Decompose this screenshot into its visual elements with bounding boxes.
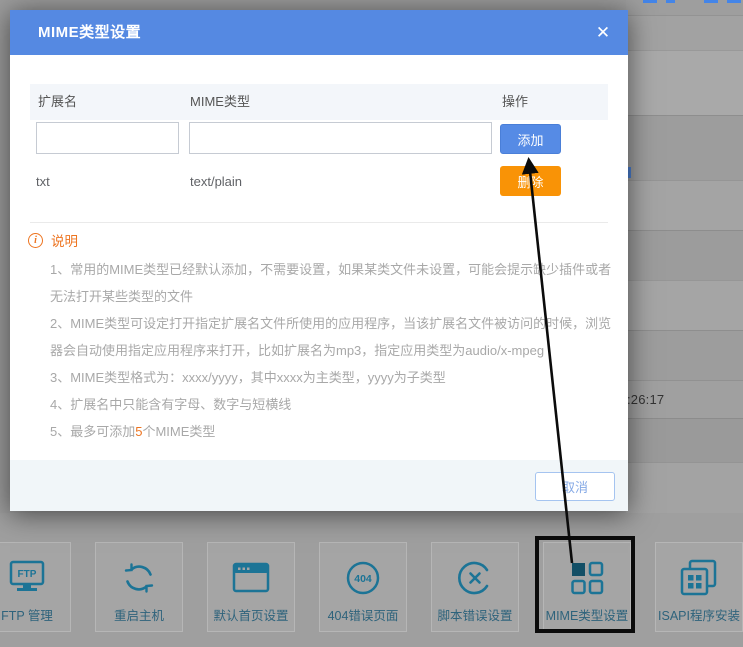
card-label: 404错误页面 [328, 605, 399, 624]
card-label: 默认首页设置 [213, 605, 288, 624]
dialog-title: MIME类型设置 [38, 10, 141, 55]
notice-line-limit: 5、最多可添加5个MIME类型 [50, 418, 620, 445]
card-label: FTP 管理 [1, 605, 53, 624]
ftp-monitor-icon: FTP [7, 556, 47, 600]
divider [30, 222, 608, 223]
cancel-button[interactable]: 取消 [535, 472, 615, 501]
card-script-error[interactable]: 脚本错误设置 [431, 542, 519, 632]
notice-text: 1、常用的MIME类型已经默认添加，不需要设置，如果某类文件未设置，可能会提示缺… [50, 256, 620, 445]
card-ftp-manage[interactable]: FTP FTP 管理 [0, 542, 71, 632]
topbar-icon-fragment [704, 0, 718, 3]
notice-line: 无法打开某些类型的文件 [50, 283, 620, 310]
svg-text:FTP: FTP [18, 569, 37, 580]
table-row [626, 418, 743, 462]
card-label: ISAPI程序安装 [658, 605, 740, 624]
topbar-icon-fragment [643, 0, 657, 3]
notice-title: 说明 [51, 230, 78, 250]
topbar-icon-fragment [727, 0, 741, 3]
card-label: 脚本错误设置 [437, 605, 512, 624]
card-isapi-install[interactable]: ISAPI程序安装 [655, 542, 743, 632]
dialog-header: MIME类型设置 ✕ [10, 10, 628, 55]
notice-line: 4、扩展名中只能含有字母、数字与短横线 [50, 391, 620, 418]
mime-settings-dialog: MIME类型设置 ✕ 扩展名 MIME类型 操作 添加 txt text/pla… [10, 10, 628, 511]
table-row [626, 330, 743, 380]
info-icon: i [28, 233, 43, 248]
notice-line: 1、常用的MIME类型已经默认添加，不需要设置，如果某类文件未设置，可能会提示缺… [50, 256, 620, 283]
close-icon[interactable]: ✕ [592, 22, 614, 44]
restart-icon [119, 556, 159, 600]
table-row [626, 115, 743, 180]
card-label: 重启主机 [114, 605, 164, 624]
timestamp-fragment: :26:17 [627, 392, 664, 407]
dimmed-table-background [626, 0, 743, 513]
card-404-error-page[interactable]: 404 404错误页面 [319, 542, 407, 632]
table-row [626, 15, 743, 50]
404-circle-icon: 404 [343, 556, 383, 600]
mime-card-highlight-box [535, 536, 635, 633]
row-mime-value: text/plain [190, 174, 242, 189]
table-row [626, 50, 743, 115]
card-default-homepage[interactable]: 默认首页设置 [207, 542, 295, 632]
topbar-icon-fragment [666, 0, 675, 3]
table-row [626, 462, 743, 513]
table-row [626, 180, 743, 230]
dialog-footer: 取消 [10, 460, 628, 511]
column-header-mime-type: MIME类型 [190, 84, 250, 120]
svg-text:404: 404 [354, 573, 372, 585]
mime-type-input[interactable] [189, 122, 492, 154]
delete-button[interactable]: 删除 [500, 166, 561, 196]
add-button[interactable]: 添加 [500, 124, 561, 154]
browser-window-icon [231, 556, 271, 600]
card-restart-host[interactable]: 重启主机 [95, 542, 183, 632]
notice-line: 3、MIME类型格式为：xxxx/yyyy，其中xxxx为主类型，yyyy为子类… [50, 364, 620, 391]
notice-line: 2、MIME类型可设定打开指定扩展名文件所使用的应用程序，当该扩展名文件被访问的… [50, 310, 620, 337]
column-header-extension: 扩展名 [38, 84, 77, 120]
isapi-install-icon [678, 556, 720, 600]
column-header-action: 操作 [502, 84, 528, 120]
table-row [626, 230, 743, 280]
table-header-row: 扩展名 MIME类型 操作 [30, 84, 608, 120]
script-error-icon [455, 556, 495, 600]
extension-input[interactable] [36, 122, 179, 154]
notice-header: i 说明 [28, 230, 78, 250]
notice-line: 器会自动使用指定应用程序来打开，比如扩展名为mp3，指定应用类型为audio/x… [50, 337, 620, 364]
table-row [626, 280, 743, 330]
row-extension-value: txt [36, 174, 50, 189]
